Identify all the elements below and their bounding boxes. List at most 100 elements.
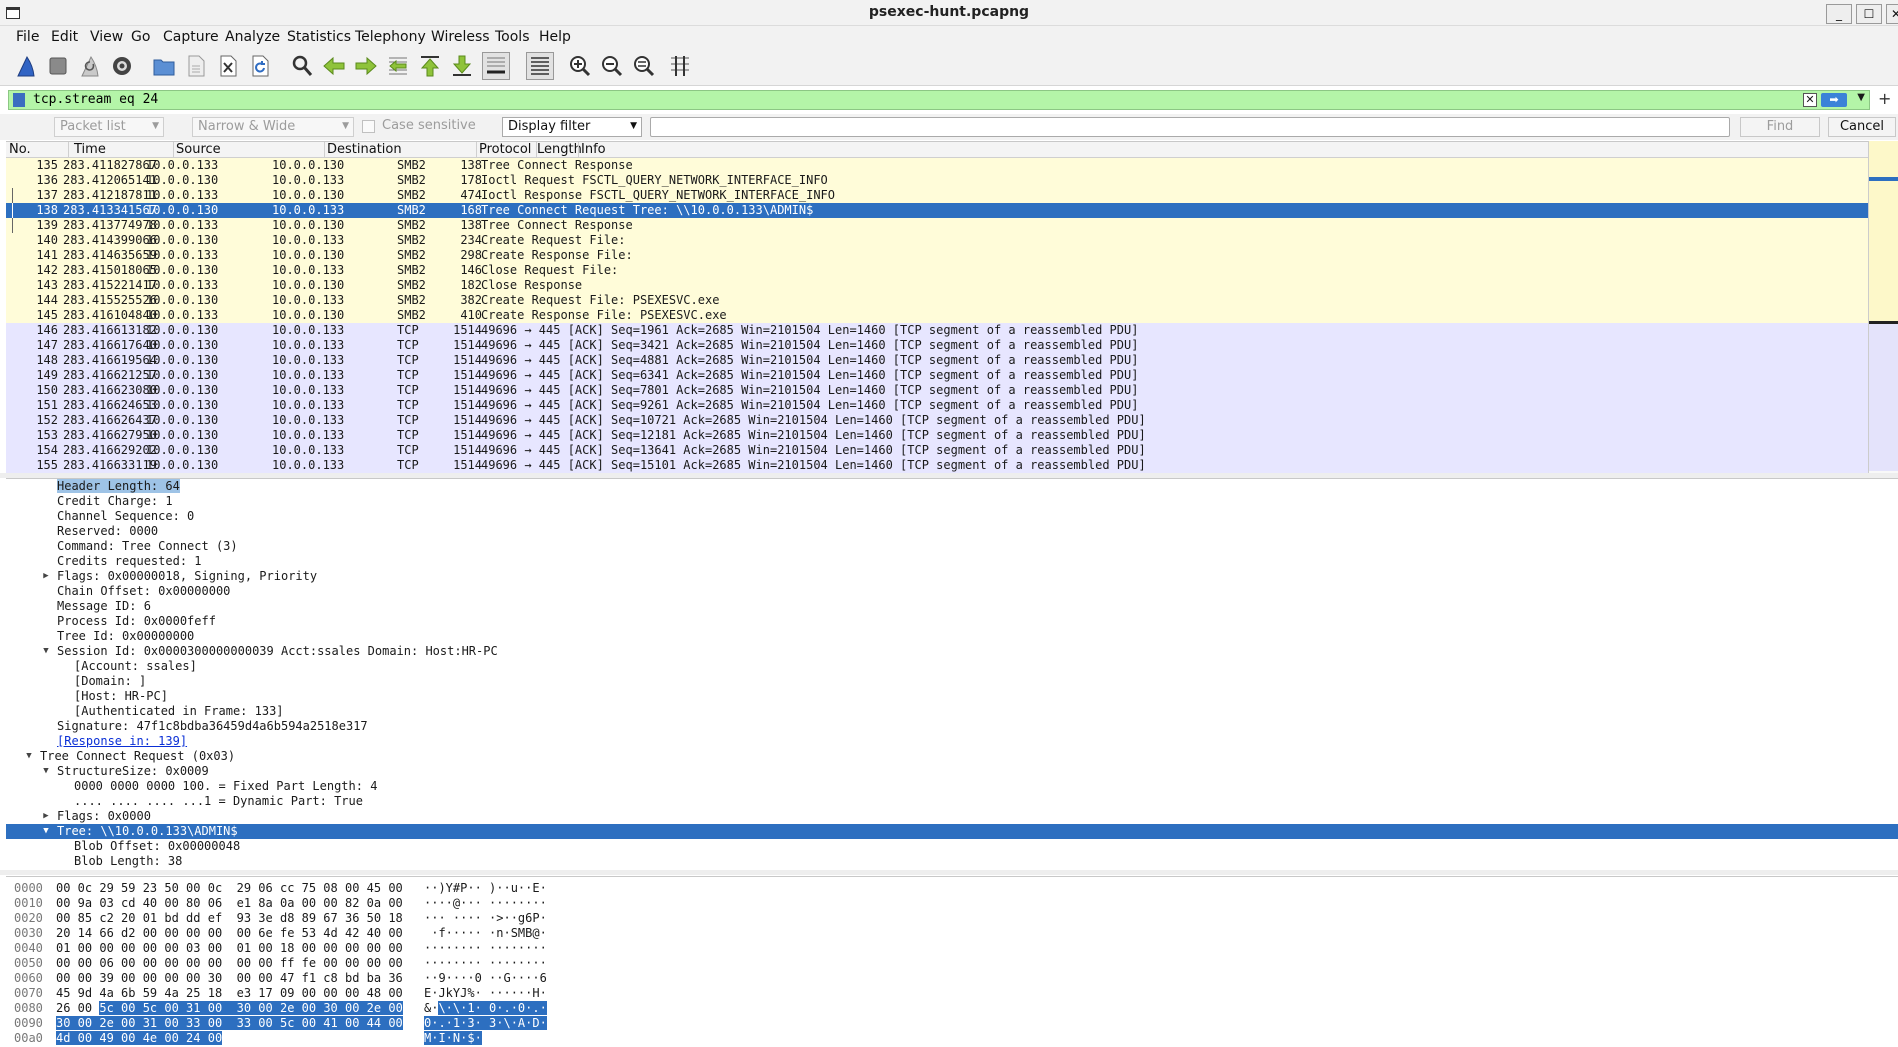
hex-bytes[interactable]: 00 85 c2 20 01 bd dd ef 93 3e d8 89 67 3… xyxy=(56,911,403,926)
hex-bytes[interactable]: 20 14 66 d2 00 00 00 00 00 6e fe 53 4d 4… xyxy=(56,926,403,941)
response-frame-link[interactable]: [Response in: 139] xyxy=(57,734,187,748)
col-info[interactable]: Info xyxy=(581,142,606,157)
clear-filter-icon[interactable]: ✕ xyxy=(1803,93,1817,107)
resize-columns-icon[interactable] xyxy=(666,52,694,80)
apply-filter-arrow-icon[interactable]: ➡ xyxy=(1821,93,1847,107)
pane-splitter[interactable] xyxy=(0,870,1898,875)
col-destination[interactable]: Destination xyxy=(327,142,402,157)
packet-row[interactable]: 145 283.416104840 10.0.0.133 10.0.0.130 SMB2… xyxy=(6,308,1868,323)
detail-tree-item[interactable]: Credit Charge: 1 xyxy=(6,494,1898,509)
maximize-button[interactable]: ☐ xyxy=(1856,4,1882,24)
zoom-normal-icon[interactable] xyxy=(630,52,658,80)
packet-row[interactable]: 152 283.416626437 10.0.0.130 10.0.0.133 TCP 1… xyxy=(6,413,1868,428)
collapsed-arrow-icon[interactable]: ▶ xyxy=(40,809,52,824)
detail-tree-item[interactable]: Signature: 47f1c8bdba36459d4a6b594a2518e… xyxy=(6,719,1898,734)
hex-bytes[interactable]: 00 00 06 00 00 00 00 00 00 00 ff fe 00 0… xyxy=(56,956,403,971)
packet-list-scrollbar[interactable] xyxy=(1868,141,1898,473)
detail-tree-item[interactable]: ▼ StructureSize: 0x0009 xyxy=(6,764,1898,779)
detail-tree-item[interactable]: Process Id: 0x0000feff xyxy=(6,614,1898,629)
last-packet-icon[interactable] xyxy=(448,52,476,80)
expanded-arrow-icon[interactable]: ▼ xyxy=(40,824,52,839)
detail-tree-item[interactable]: ▼ Tree: \\10.0.0.133\ADMIN$ xyxy=(6,824,1898,839)
detail-tree-item[interactable]: Channel Sequence: 0 xyxy=(6,509,1898,524)
ascii-bytes[interactable]: &·\·\·1· 0·.·0·.· xyxy=(424,1001,547,1016)
first-packet-icon[interactable] xyxy=(416,52,444,80)
hex-bytes[interactable]: 00 00 39 00 00 00 00 30 00 00 47 f1 c8 b… xyxy=(56,971,403,986)
minimize-button[interactable]: _ xyxy=(1826,4,1852,24)
detail-tree-item[interactable]: [Domain: ] xyxy=(6,674,1898,689)
menu-analyze[interactable]: Analyze xyxy=(225,29,280,45)
reload-icon[interactable] xyxy=(246,52,274,80)
hex-bytes[interactable]: 00 9a 03 cd 40 00 80 06 e1 8a 0a 00 00 8… xyxy=(56,896,403,911)
packet-row[interactable]: 154 283.416629202 10.0.0.130 10.0.0.133 TCP 1… xyxy=(6,443,1868,458)
expanded-arrow-icon[interactable]: ▼ xyxy=(40,764,52,779)
ascii-bytes[interactable]: ··)Y#P·· )··u··E· xyxy=(424,881,547,896)
go-to-packet-icon[interactable] xyxy=(384,52,412,80)
go-forward-icon[interactable] xyxy=(352,52,380,80)
col-time[interactable]: Time xyxy=(74,142,106,157)
detail-tree-item[interactable]: [Host: HR-PC] xyxy=(6,689,1898,704)
packet-row[interactable]: 135 283.411827867 10.0.0.133 10.0.0.130 SMB2… xyxy=(6,158,1868,173)
detail-tree-item[interactable]: ▶ Flags: 0x00000018, Signing, Priority xyxy=(6,569,1898,584)
close-file-icon[interactable] xyxy=(214,52,242,80)
detail-tree-item[interactable]: Message ID: 6 xyxy=(6,599,1898,614)
ascii-bytes[interactable]: M·I·N·$· xyxy=(424,1031,482,1046)
menu-statistics[interactable]: Statistics xyxy=(287,29,351,45)
hex-bytes[interactable]: 01 00 00 00 00 00 03 00 01 00 18 00 00 0… xyxy=(56,941,403,956)
detail-tree-item[interactable]: Credits requested: 1 xyxy=(6,554,1898,569)
detail-tree-item[interactable]: 0000 0000 0000 100. = Fixed Part Length:… xyxy=(6,779,1898,794)
col-protocol[interactable]: Protocol xyxy=(479,142,531,157)
packet-row[interactable]: 142 283.415018065 10.0.0.130 10.0.0.133 SMB2… xyxy=(6,263,1868,278)
find-packet-icon[interactable] xyxy=(288,52,316,80)
expanded-arrow-icon[interactable]: ▼ xyxy=(23,749,35,764)
detail-tree-item[interactable]: .... .... .... ...1 = Dynamic Part: True xyxy=(6,794,1898,809)
ascii-bytes[interactable]: ····@··· ········ xyxy=(424,896,547,911)
menu-help[interactable]: Help xyxy=(539,29,571,45)
detail-tree-item[interactable]: Reserved: 0000 xyxy=(6,524,1898,539)
packet-row[interactable]: 147 283.416617640 10.0.0.130 10.0.0.133 TCP 1… xyxy=(6,338,1868,353)
menu-go[interactable]: Go xyxy=(131,29,150,45)
detail-tree-item[interactable]: Blob Offset: 0x00000048 xyxy=(6,839,1898,854)
ascii-bytes[interactable]: ········ ········ xyxy=(424,956,547,971)
packet-row[interactable]: 149 283.416621257 10.0.0.130 10.0.0.133 TCP 1… xyxy=(6,368,1868,383)
shark-fin-start-icon[interactable] xyxy=(12,52,40,80)
restart-fin-icon[interactable] xyxy=(76,52,104,80)
search-type-select[interactable]: Display filter ▼ xyxy=(502,117,642,137)
add-filter-button-icon[interactable]: + xyxy=(1878,89,1891,108)
packet-row[interactable]: 148 283.416619564 10.0.0.130 10.0.0.133 TCP 1… xyxy=(6,353,1868,368)
autoscroll-icon[interactable] xyxy=(482,52,510,80)
detail-tree-item[interactable]: Command: Tree Connect (3) xyxy=(6,539,1898,554)
menu-capture[interactable]: Capture xyxy=(163,29,219,45)
case-sensitive-checkbox[interactable] xyxy=(362,120,375,133)
detail-tree-item[interactable]: ▶ Flags: 0x0000 xyxy=(6,809,1898,824)
detail-tree-item[interactable]: [Authenticated in Frame: 133] xyxy=(6,704,1898,719)
ascii-bytes[interactable]: ··9····0 ··G····6 xyxy=(424,971,547,986)
packet-row[interactable]: 144 283.415525526 10.0.0.130 10.0.0.133 SMB2… xyxy=(6,293,1868,308)
packet-row[interactable]: 137 283.412187811 10.0.0.133 10.0.0.130 SMB2… xyxy=(6,188,1868,203)
menu-file[interactable]: File xyxy=(16,29,39,45)
col-length[interactable]: Length xyxy=(537,142,582,157)
hex-bytes[interactable]: 00 0c 29 59 23 50 00 0c 29 06 cc 75 08 0… xyxy=(56,881,403,896)
menu-tools[interactable]: Tools xyxy=(495,29,530,45)
detail-tree-item[interactable]: Blob Length: 38 xyxy=(6,854,1898,868)
ascii-bytes[interactable]: 0·.·1·3· 3·\·A·D· xyxy=(424,1016,547,1031)
find-search-input[interactable] xyxy=(650,117,1730,137)
ascii-bytes[interactable]: E·JkYJ%· ······H· xyxy=(424,986,547,1001)
col-no[interactable]: No. xyxy=(9,142,31,157)
hex-bytes[interactable]: 26 00 5c 00 5c 00 31 00 30 00 2e 00 30 0… xyxy=(56,1001,403,1016)
packet-row[interactable]: 143 283.415221417 10.0.0.133 10.0.0.130 SMB2… xyxy=(6,278,1868,293)
stop-square-icon[interactable] xyxy=(44,52,72,80)
packet-row[interactable]: 151 283.416624653 10.0.0.130 10.0.0.133 TCP 1… xyxy=(6,398,1868,413)
zoom-out-icon[interactable] xyxy=(598,52,626,80)
packet-row[interactable]: 146 283.416613182 10.0.0.130 10.0.0.133 TCP 1… xyxy=(6,323,1868,338)
display-filter-input[interactable]: tcp.stream eq 24 xyxy=(33,92,158,107)
packet-row[interactable]: 136 283.412065141 10.0.0.130 10.0.0.133 SMB2… xyxy=(6,173,1868,188)
detail-tree-item[interactable]: [Account: ssales] xyxy=(6,659,1898,674)
packet-row[interactable]: 153 283.416627950 10.0.0.130 10.0.0.133 TCP 1… xyxy=(6,428,1868,443)
ascii-bytes[interactable]: ········ ········ xyxy=(424,941,547,956)
menu-wireless[interactable]: Wireless xyxy=(431,29,490,45)
col-source[interactable]: Source xyxy=(176,142,221,157)
detail-tree-item[interactable]: Header Length: 64 xyxy=(6,479,1898,494)
detail-tree-item[interactable]: ▼ Session Id: 0x0000300000000039 Acct:ssa… xyxy=(6,644,1898,659)
detail-tree-item[interactable]: Chain Offset: 0x00000000 xyxy=(6,584,1898,599)
